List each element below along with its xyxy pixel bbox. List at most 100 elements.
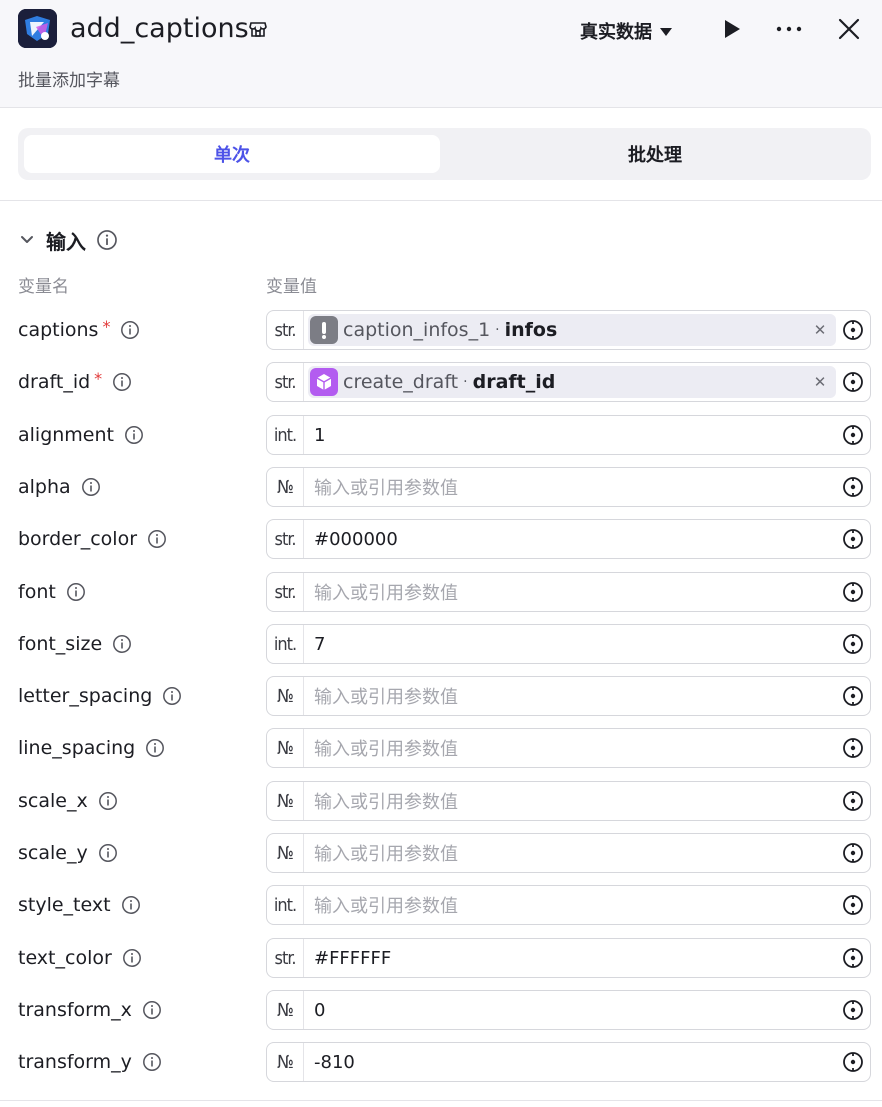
- param-value-field[interactable]: str. caption_infos_1 · infos ✕: [266, 310, 871, 350]
- data-source-select[interactable]: 真实数据: [580, 17, 672, 45]
- variable-reference-icon[interactable]: [842, 476, 864, 498]
- param-value-field[interactable]: str. #FFFFFF: [266, 938, 871, 978]
- param-name: transform_x: [18, 999, 132, 1021]
- reference-separator: ·: [495, 322, 500, 338]
- param-value-field[interactable]: № 输入或引用参数值: [266, 467, 871, 507]
- info-icon[interactable]: [142, 1000, 162, 1020]
- param-value[interactable]: 0: [314, 991, 325, 1029]
- info-icon[interactable]: [142, 1052, 162, 1072]
- param-name: alpha: [18, 476, 71, 498]
- tab-single[interactable]: 单次: [24, 135, 440, 173]
- cube-node-icon: [310, 368, 338, 396]
- type-badge: int.: [267, 625, 304, 663]
- info-icon[interactable]: [121, 895, 141, 915]
- info-icon[interactable]: [120, 320, 140, 340]
- required-asterisk: *: [94, 368, 103, 388]
- param-value[interactable]: #000000: [314, 520, 398, 558]
- variable-reference-icon[interactable]: [842, 894, 864, 916]
- reference-variable: draft_id: [472, 371, 556, 393]
- param-value-field[interactable]: str. 输入或引用参数值: [266, 572, 871, 612]
- variable-reference-icon[interactable]: [842, 685, 864, 707]
- info-icon[interactable]: [147, 529, 167, 549]
- input-section-header[interactable]: 输入: [18, 224, 118, 256]
- param-value-field[interactable]: str. create_draft · draft_id ✕: [266, 362, 871, 402]
- info-icon[interactable]: [112, 372, 132, 392]
- variable-reference-icon[interactable]: [842, 1051, 864, 1073]
- param-value-field[interactable]: № 输入或引用参数值: [266, 676, 871, 716]
- param-value-field[interactable]: № 输入或引用参数值: [266, 781, 871, 821]
- info-icon[interactable]: [98, 791, 118, 811]
- tab-batch[interactable]: 批处理: [446, 135, 864, 173]
- param-placeholder[interactable]: 输入或引用参数值: [314, 729, 458, 767]
- type-badge: №: [267, 729, 304, 767]
- param-row-alpha: alpha № 输入或引用参数值: [0, 467, 882, 507]
- run-button[interactable]: [718, 15, 746, 43]
- param-value-field[interactable]: int. 输入或引用参数值: [266, 885, 871, 925]
- chevron-down-icon: [21, 236, 33, 243]
- param-value[interactable]: 1: [314, 416, 325, 454]
- info-icon[interactable]: [66, 582, 86, 602]
- variable-reference-icon[interactable]: [842, 790, 864, 812]
- param-value-field[interactable]: str. #000000: [266, 519, 871, 559]
- param-placeholder[interactable]: 输入或引用参数值: [314, 782, 458, 820]
- info-icon[interactable]: [122, 948, 142, 968]
- info-icon[interactable]: [162, 686, 182, 706]
- param-name: scale_y: [18, 842, 88, 864]
- type-badge: №: [267, 834, 304, 872]
- info-icon[interactable]: [112, 634, 132, 654]
- variable-reference-chip[interactable]: caption_infos_1 · infos ✕: [308, 314, 836, 346]
- param-placeholder[interactable]: 输入或引用参数值: [314, 834, 458, 872]
- param-row-transform-x: transform_x № 0: [0, 990, 882, 1030]
- param-value[interactable]: -810: [314, 1043, 355, 1081]
- param-placeholder[interactable]: 输入或引用参数值: [314, 677, 458, 715]
- param-label: alpha: [18, 467, 101, 507]
- param-label: letter_spacing: [18, 676, 182, 716]
- store-icon[interactable]: [248, 19, 268, 39]
- param-value[interactable]: 7: [314, 625, 325, 663]
- more-button[interactable]: [772, 15, 806, 43]
- param-label: font_size: [18, 624, 132, 664]
- param-value-field[interactable]: № 0: [266, 990, 871, 1030]
- param-value-field[interactable]: int. 7: [266, 624, 871, 664]
- param-row-draft-id: draft_id * str. create_draft · draft_id ✕: [0, 362, 882, 402]
- param-label: draft_id *: [18, 362, 132, 402]
- variable-reference-icon[interactable]: [842, 528, 864, 550]
- variable-reference-icon[interactable]: [842, 633, 864, 655]
- close-button[interactable]: [835, 15, 863, 43]
- variable-reference-chip[interactable]: create_draft · draft_id ✕: [308, 366, 836, 398]
- clear-icon[interactable]: ✕: [810, 320, 830, 340]
- param-value-field[interactable]: № -810: [266, 1042, 871, 1082]
- info-icon[interactable]: [98, 843, 118, 863]
- more-dots-icon: [776, 26, 802, 32]
- type-badge: int.: [267, 886, 304, 924]
- param-placeholder[interactable]: 输入或引用参数值: [314, 468, 458, 506]
- param-value[interactable]: #FFFFFF: [314, 939, 391, 977]
- param-name: line_spacing: [18, 737, 136, 759]
- variable-reference-icon[interactable]: [842, 371, 864, 393]
- param-row-scale-y: scale_y № 输入或引用参数值: [0, 833, 882, 873]
- section-title: 输入: [46, 229, 86, 254]
- param-value-field[interactable]: int. 1: [266, 415, 871, 455]
- param-label: captions *: [18, 310, 140, 350]
- info-icon[interactable]: [81, 477, 101, 497]
- variable-reference-icon[interactable]: [842, 319, 864, 341]
- param-value-field[interactable]: № 输入或引用参数值: [266, 833, 871, 873]
- divider: [0, 200, 882, 201]
- info-icon[interactable]: [145, 738, 165, 758]
- param-placeholder[interactable]: 输入或引用参数值: [314, 573, 458, 611]
- variable-reference-icon[interactable]: [842, 842, 864, 864]
- variable-reference-icon[interactable]: [842, 947, 864, 969]
- type-badge: str.: [267, 520, 304, 558]
- info-icon[interactable]: [124, 425, 144, 445]
- param-value-field[interactable]: № 输入或引用参数值: [266, 728, 871, 768]
- variable-reference-icon[interactable]: [842, 581, 864, 603]
- variable-reference-icon[interactable]: [842, 737, 864, 759]
- param-row-scale-x: scale_x № 输入或引用参数值: [0, 781, 882, 821]
- variable-reference-icon[interactable]: [842, 999, 864, 1021]
- info-icon[interactable]: [96, 229, 118, 251]
- variable-reference-icon[interactable]: [842, 424, 864, 446]
- chevron-down-icon: [660, 28, 672, 36]
- param-placeholder[interactable]: 输入或引用参数值: [314, 886, 458, 924]
- param-row-line-spacing: line_spacing № 输入或引用参数值: [0, 728, 882, 768]
- clear-icon[interactable]: ✕: [810, 372, 830, 392]
